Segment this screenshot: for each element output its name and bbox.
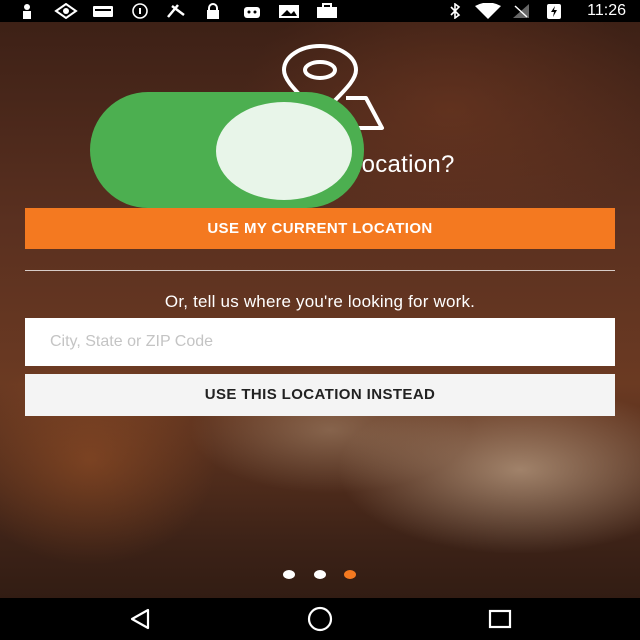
photo-icon — [279, 5, 299, 18]
satellite-icon — [167, 4, 185, 18]
use-this-location-button[interactable]: USE THIS LOCATION INSTEAD — [25, 374, 615, 416]
pager-dot[interactable] — [283, 570, 295, 579]
use-current-location-button[interactable]: USE MY CURRENT LOCATION — [25, 208, 615, 249]
pager-dot-active[interactable] — [344, 570, 356, 579]
or-text: Or, tell us where you're looking for wor… — [164, 292, 476, 311]
toggle-knob[interactable] — [216, 102, 352, 200]
lock-icon — [207, 3, 219, 19]
pager-dot[interactable] — [314, 570, 326, 579]
info-icon — [132, 3, 148, 19]
person-icon — [23, 4, 31, 19]
battery-charging-icon — [547, 4, 561, 19]
home-icon[interactable] — [305, 606, 335, 632]
android-icon — [244, 7, 260, 18]
wifi-icon — [475, 3, 501, 19]
eye-icon — [54, 3, 78, 19]
screen: 11:26 t location? USE MY CURRENT LOCATIO… — [0, 0, 640, 640]
back-icon[interactable] — [126, 606, 156, 632]
no-signal-icon — [513, 4, 529, 18]
status-bar: 11:26 — [0, 0, 640, 22]
location-input[interactable] — [25, 318, 615, 366]
pager-dots — [0, 570, 640, 582]
recents-icon[interactable] — [485, 606, 515, 632]
divider — [25, 270, 615, 271]
status-time: 11:26 — [587, 2, 626, 19]
bag-icon — [317, 3, 337, 18]
card-icon — [93, 6, 113, 17]
toggle-switch[interactable] — [90, 92, 364, 208]
navigation-bar — [0, 598, 640, 640]
bluetooth-icon — [450, 3, 461, 19]
